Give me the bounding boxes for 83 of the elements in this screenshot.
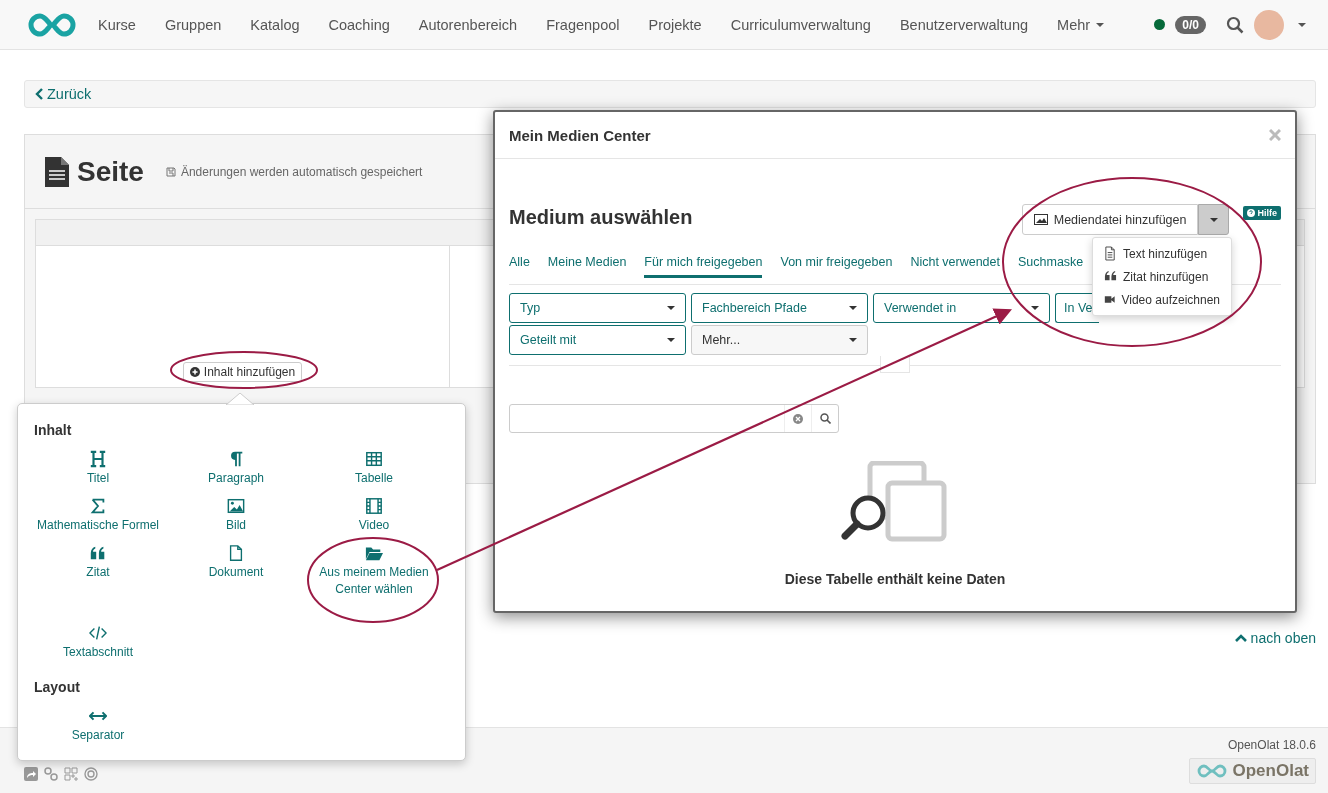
status-dot — [1154, 19, 1166, 30]
document-icon — [45, 156, 69, 187]
tab[interactable]: Von mir freigegeben — [780, 255, 893, 278]
search-icon[interactable] — [819, 413, 831, 424]
section-title: Layout — [34, 679, 81, 695]
nav-link[interactable]: Kurse — [98, 16, 136, 33]
dialog-heading: Medium auswählen — [509, 206, 693, 229]
caret-icon[interactable] — [1031, 306, 1039, 310]
nav-link[interactable]: Autorenbereich — [418, 16, 518, 33]
content-type-link[interactable]: Bild — [226, 517, 246, 534]
search-icon[interactable] — [1226, 15, 1244, 34]
target-icon[interactable] — [84, 767, 98, 781]
footer-logo[interactable]: OpenOlat — [1189, 758, 1316, 784]
dialog-title: Mein Medien Center — [509, 126, 651, 144]
film-icon[interactable] — [365, 497, 383, 515]
nav-link[interactable]: Projekte — [648, 16, 702, 33]
nav-link[interactable]: Katalog — [250, 16, 300, 33]
sigma-icon[interactable] — [89, 497, 107, 515]
nav-menu[interactable]: Mehr — [1057, 16, 1105, 33]
dropdown-toggle[interactable] — [1198, 204, 1230, 235]
caret-icon[interactable] — [1298, 22, 1306, 27]
clear-icon[interactable] — [793, 413, 803, 424]
back-to-top-link[interactable]: nach oben — [1234, 630, 1316, 646]
caret-icon[interactable] — [1096, 22, 1105, 27]
menu-item[interactable]: Text hinzufügen — [1093, 242, 1231, 265]
caret-icon[interactable] — [667, 338, 675, 342]
link-icon[interactable] — [44, 767, 58, 781]
image-icon — [1033, 214, 1048, 225]
autosave-note: Änderungen werden automatisch gespeichert — [165, 164, 423, 179]
content-type-link[interactable]: Textabschnitt — [62, 644, 133, 661]
plus-circle-icon — [189, 367, 200, 377]
heading-icon[interactable] — [89, 450, 107, 468]
chevron-left-icon[interactable] — [35, 88, 43, 100]
version-text: OpenOlat 18.0.6 — [1227, 738, 1316, 752]
content-type-link[interactable]: Paragraph — [207, 470, 264, 487]
content-type-link[interactable]: Tabelle — [355, 470, 393, 487]
nav-link[interactable]: Coaching — [328, 16, 390, 33]
tab[interactable]: Für mich freigegeben — [644, 255, 763, 278]
filter-dropdown[interactable]: Mehr... — [691, 325, 868, 355]
tab[interactable]: Meine Medien — [547, 255, 627, 278]
nav-link[interactable]: Gruppen — [164, 16, 222, 33]
caret-icon[interactable] — [667, 306, 675, 310]
question-icon — [1247, 209, 1256, 217]
content-type-link[interactable]: Dokument — [208, 564, 264, 581]
empty-table-icon — [840, 461, 950, 545]
add-media-button[interactable]: Mediendatei hinzufügen — [1021, 204, 1199, 235]
tab[interactable]: Suchmaske — [1018, 255, 1084, 278]
image-icon[interactable] — [227, 497, 245, 515]
logo-icon[interactable] — [26, 11, 78, 38]
quote-icon[interactable] — [89, 544, 107, 562]
content-type-link[interactable]: Aus meinem Medien Center wählen — [310, 564, 438, 598]
file-icon[interactable] — [227, 544, 245, 562]
nav-link[interactable]: Benutzerverwaltung — [899, 16, 1029, 33]
filter-dropdown[interactable]: Geteilt mit — [509, 325, 686, 355]
file-text-icon — [1104, 246, 1117, 261]
menu-item[interactable]: Zitat hinzufügen — [1093, 265, 1231, 288]
table-icon[interactable] — [365, 450, 383, 468]
back-link[interactable]: Zurück — [35, 86, 92, 102]
content-type-link[interactable]: Zitat — [86, 564, 110, 581]
tab[interactable]: Nicht verwendet — [910, 255, 1000, 278]
filter-dropdown[interactable]: Typ — [509, 293, 686, 323]
tab[interactable]: Alle — [509, 255, 530, 278]
add-content-button[interactable]: Inhalt hinzufügen — [182, 362, 303, 382]
count-badge[interactable]: 0/0 — [1175, 15, 1206, 34]
section-title: Inhalt — [34, 422, 73, 438]
nav-link[interactable]: Curriculumverwaltung — [730, 16, 871, 33]
share-icon[interactable] — [24, 767, 38, 781]
nav-link[interactable]: Fragenpool — [546, 16, 620, 33]
caret-icon[interactable] — [849, 338, 857, 342]
search-field[interactable] — [509, 404, 839, 433]
chevron-up-icon[interactable] — [1234, 634, 1247, 642]
page-title: Seite — [77, 155, 144, 188]
help-badge[interactable]: Hilfe — [1243, 206, 1281, 220]
content-type-link[interactable]: Titel — [86, 470, 110, 487]
code-icon[interactable] — [89, 624, 107, 642]
caret-icon[interactable] — [1210, 217, 1218, 222]
content-type-link[interactable]: Video — [358, 517, 390, 534]
filter-dropdown[interactable]: Fachbereich Pfade — [691, 293, 868, 323]
empty-state-text: Diese Tabelle enthält keine Daten — [784, 571, 1006, 587]
content-type-link[interactable]: Separator — [71, 727, 125, 744]
content-type-link[interactable]: Mathematische Formel — [36, 517, 159, 534]
caret-icon[interactable] — [849, 306, 857, 310]
filter-dropdown[interactable]: Verwendet in — [873, 293, 1050, 323]
